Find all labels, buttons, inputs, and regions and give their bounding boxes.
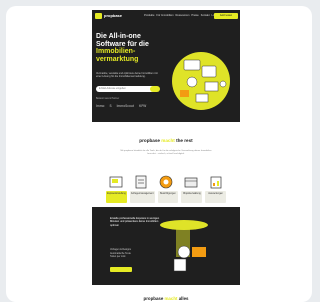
hero-illustration — [180, 59, 227, 103]
laptop-icon — [183, 59, 201, 71]
footer-logo: propbase macht alles — [143, 296, 189, 301]
list-item: Teilen per Link — [110, 255, 126, 259]
feature-icons — [108, 174, 224, 190]
section-logo: propbase macht the rest — [139, 138, 193, 143]
inquiry-icon — [133, 174, 149, 190]
feature-title: Erstelle professionelle Exposés in wenig… — [110, 217, 160, 227]
feature-tabs: Exposé-Erstellung Anfragenmanagement Bes… — [106, 191, 226, 203]
tab-expose[interactable]: Exposé-Erstellung — [106, 191, 127, 203]
chat-icon — [180, 90, 189, 97]
analytics-icon — [208, 174, 224, 190]
website-preview: propbase Produkte Für Immobilien Ressour… — [92, 10, 240, 302]
card-icon — [195, 93, 209, 103]
hero-section: propbase Produkte Für Immobilien Ressour… — [92, 10, 240, 122]
expose-icon — [108, 174, 124, 190]
feature-list: Vorlagen & Designs Automatische Texte Te… — [110, 248, 158, 259]
window-icon — [201, 65, 217, 78]
document-icon — [204, 81, 219, 92]
viewing-icon — [158, 174, 174, 190]
tab-besichtigungen[interactable]: Besichtigungen — [157, 191, 179, 203]
clock-icon — [186, 76, 198, 88]
section-intro-text: Mit propbase bündelst du alle Tools, die… — [120, 150, 212, 155]
tab-objektverwaltung[interactable]: Objektverwaltung — [181, 191, 203, 203]
tab-anfragen[interactable]: Anfragenmanagement — [129, 191, 155, 203]
property-icon — [183, 174, 199, 190]
feature-cta-button[interactable] — [110, 267, 132, 272]
avatar-icon — [219, 80, 227, 88]
tab-auswertungen[interactable]: Auswertungen — [205, 191, 226, 203]
